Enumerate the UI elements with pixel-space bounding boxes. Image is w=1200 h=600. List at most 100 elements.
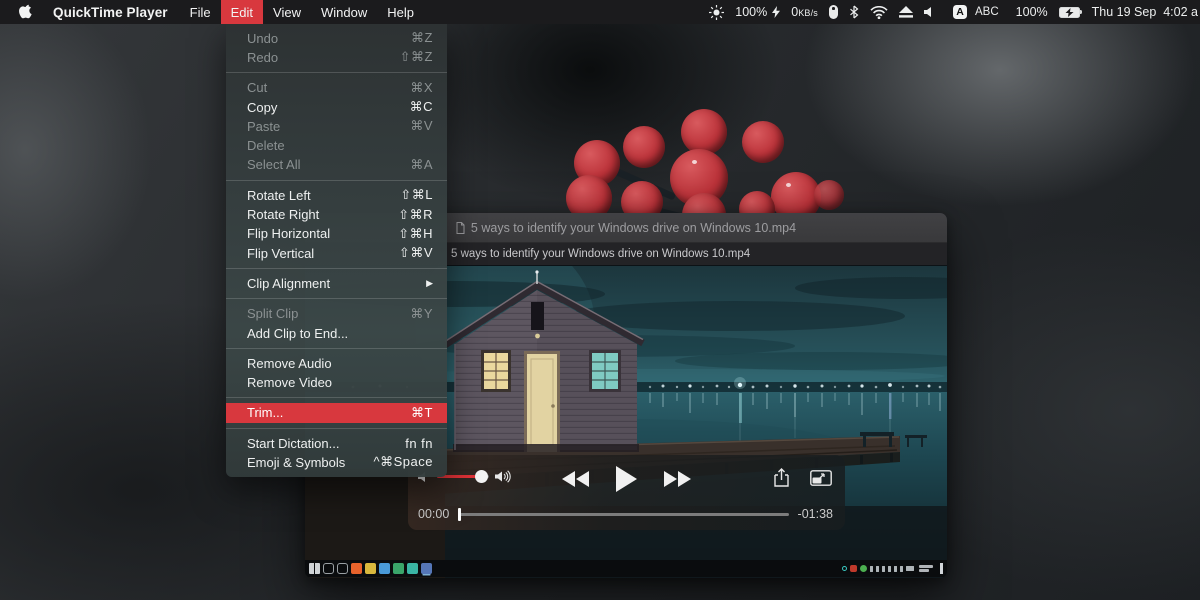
menu-item-trim[interactable]: Trim... ⌘T xyxy=(226,403,447,422)
play-button[interactable] xyxy=(616,466,637,492)
network-icon xyxy=(842,566,847,571)
menu-item-paste: Paste⌘V xyxy=(226,117,447,136)
menu-item-label: Cut xyxy=(247,80,267,95)
tray-icon xyxy=(900,566,903,572)
menu-item-label: Split Clip xyxy=(247,306,298,321)
berry xyxy=(623,126,665,168)
menubar-item-help[interactable]: Help xyxy=(377,0,424,24)
network-speed[interactable]: 0KB/s xyxy=(791,5,818,19)
mouse-battery-icon[interactable] xyxy=(829,5,838,19)
menubar-clock[interactable]: Thu 19 Sep 4:02 a xyxy=(1092,5,1198,19)
menu-item-label: Flip Vertical xyxy=(247,246,314,261)
keyboard-battery-percent[interactable]: 100% xyxy=(735,5,767,19)
tray-icon xyxy=(870,566,873,572)
menu-item-shortcut: ⇧⌘L xyxy=(400,187,433,203)
edit-menu-panel: Undo⌘ZRedo⇧⌘ZCut⌘XCopy⌘CPaste⌘VDeleteSel… xyxy=(226,24,447,477)
wifi-icon[interactable] xyxy=(870,6,888,19)
berry-highlight xyxy=(692,160,697,164)
menu-item-shortcut: ⌘A xyxy=(410,157,433,173)
tray-icon xyxy=(894,566,897,572)
menubar: QuickTime Player FileEditViewWindowHelp … xyxy=(0,0,1200,24)
menu-item-rotate-left[interactable]: Rotate Left ⇧⌘L xyxy=(226,186,447,205)
menu-item-shortcut: ⌘V xyxy=(410,118,433,134)
menu-item-clip-alignment[interactable]: Clip Alignment ▶ xyxy=(226,274,447,293)
submenu-arrow-icon: ▶ xyxy=(426,278,433,289)
bluetooth-icon[interactable] xyxy=(849,5,859,19)
fast-forward-button[interactable] xyxy=(664,471,691,487)
search-icon xyxy=(323,563,334,574)
menu-item-shortcut: ⌘Y xyxy=(410,306,433,322)
menu-item-shortcut: ⌘T xyxy=(411,405,433,421)
task-view-icon xyxy=(337,563,348,574)
menu-item-label: Rotate Left xyxy=(247,188,311,203)
menu-item-shortcut: ^⌘Space xyxy=(374,454,433,470)
menu-item-flip-vertical[interactable]: Flip Vertical ⇧⌘V xyxy=(226,243,447,262)
berry-highlight xyxy=(786,183,791,187)
menu-item-shortcut: ⌘X xyxy=(410,80,433,96)
menu-item-emoji-symbols[interactable]: Emoji & Symbols^⌘Space xyxy=(226,453,447,472)
remaining-time: -01:38 xyxy=(798,507,833,521)
app-icon-blue xyxy=(379,563,390,574)
menu-item-label: Start Dictation... xyxy=(247,436,339,451)
battery-percent[interactable]: 100% xyxy=(1016,5,1048,19)
menu-item-label: Clip Alignment xyxy=(247,276,330,291)
brightness-icon[interactable] xyxy=(709,5,724,20)
menubar-item-file[interactable]: File xyxy=(180,0,221,24)
menu-item-label: Undo xyxy=(247,31,278,46)
share-button[interactable] xyxy=(774,468,789,487)
menu-item-start-dictation[interactable]: Start Dictation...fn fn xyxy=(226,434,447,453)
berry xyxy=(681,109,727,155)
show-desktop xyxy=(940,563,943,574)
app-name[interactable]: QuickTime Player xyxy=(53,5,168,20)
start-icon xyxy=(309,563,320,574)
apple-menu-icon[interactable] xyxy=(19,4,34,20)
menu-item-select-all: Select All ⌘A xyxy=(226,155,447,174)
menu-item-label: Delete xyxy=(247,138,285,153)
elapsed-time: 00:00 xyxy=(418,507,449,521)
menu-item-copy[interactable]: Copy⌘C xyxy=(226,97,447,116)
menu-item-label: Remove Audio xyxy=(247,356,332,371)
file-explorer-icon xyxy=(365,563,376,574)
berry xyxy=(814,180,844,210)
menu-item-shortcut: ⌘Z xyxy=(411,30,433,46)
desktop: 5 ways to identify your Windows drive on… xyxy=(0,0,1200,600)
menu-item-shortcut: ⇧⌘R xyxy=(398,207,433,223)
input-source-icon[interactable]: A xyxy=(953,5,967,19)
menu-separator xyxy=(226,397,447,398)
menu-item-label: Add Clip to End... xyxy=(247,326,348,341)
menu-item-label: Rotate Right xyxy=(247,207,319,222)
menu-item-shortcut: ⇧⌘V xyxy=(399,245,433,261)
app-icon-teal xyxy=(407,563,418,574)
picture-in-picture-button[interactable] xyxy=(810,470,832,486)
menu-item-label: Copy xyxy=(247,100,277,115)
menu-item-label: Flip Horizontal xyxy=(247,226,330,241)
menu-item-remove-video[interactable]: Remove Video xyxy=(226,373,447,392)
menu-item-remove-audio[interactable]: Remove Audio xyxy=(226,354,447,373)
menu-item-label: Trim... xyxy=(247,405,283,420)
menu-item-flip-horizontal[interactable]: Flip Horizontal⇧⌘H xyxy=(226,224,447,243)
menu-separator xyxy=(226,298,447,299)
timeline-scrubber[interactable] xyxy=(458,513,788,516)
rewind-button[interactable] xyxy=(562,471,589,487)
menubar-item-window[interactable]: Window xyxy=(311,0,377,24)
menubar-item-view[interactable]: View xyxy=(263,0,311,24)
playback-controls: 00:00 -01:38 xyxy=(408,455,845,530)
battery-icon[interactable] xyxy=(1059,7,1080,18)
menu-item-label: Select All xyxy=(247,157,300,172)
volume-menubar-icon[interactable] xyxy=(924,6,936,18)
firefox-icon xyxy=(351,563,362,574)
menu-item-add-clip-to-end[interactable]: Add Clip to End... xyxy=(226,323,447,342)
menubar-item-edit[interactable]: Edit xyxy=(221,0,263,24)
document-icon xyxy=(456,222,465,234)
playhead[interactable] xyxy=(458,508,461,521)
menu-item-label: Remove Video xyxy=(247,375,332,390)
eject-icon[interactable] xyxy=(899,6,913,18)
menu-item-rotate-right[interactable]: Rotate Right ⇧⌘R xyxy=(226,205,447,224)
tray-icon xyxy=(876,566,879,572)
video-system-tray xyxy=(842,560,943,577)
menu-separator xyxy=(226,180,447,181)
input-method-label[interactable]: ABC xyxy=(975,6,999,18)
window-title: 5 ways to identify your Windows drive on… xyxy=(471,221,796,235)
antivirus-icon xyxy=(850,565,857,572)
menu-separator xyxy=(226,72,447,73)
